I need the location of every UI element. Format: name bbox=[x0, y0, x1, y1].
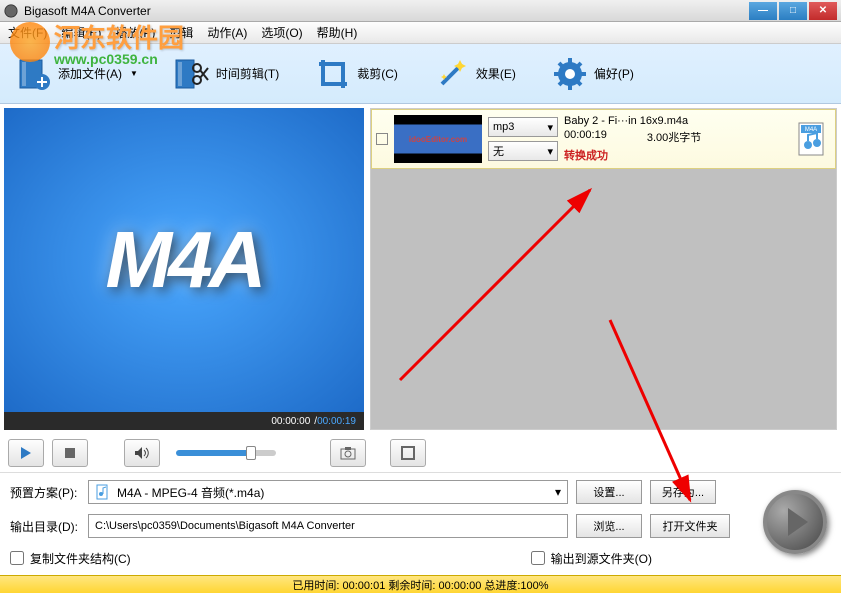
menu-help[interactable]: 帮助(H) bbox=[317, 24, 358, 41]
file-list-panel: idooEditor.com mp3 ▾ 无 ▾ Baby 2 - Fi···i… bbox=[370, 108, 837, 430]
menu-edit[interactable]: 编辑(E) bbox=[61, 24, 101, 41]
m4a-file-icon: M4A bbox=[795, 121, 831, 157]
crop-label: 裁剪(C) bbox=[357, 65, 398, 82]
volume-button[interactable] bbox=[124, 439, 160, 467]
fullscreen-icon bbox=[401, 446, 415, 460]
file-list-item[interactable]: idooEditor.com mp3 ▾ 无 ▾ Baby 2 - Fi···i… bbox=[371, 109, 836, 169]
save-as-button[interactable]: 另存为... bbox=[650, 480, 716, 504]
stop-icon bbox=[63, 446, 77, 460]
progress-text: 已用时间: 00:00:01 剩余时间: 00:00:00 总进度:100% bbox=[292, 577, 548, 593]
preview-time-display: 00:00:00 / 00:00:19 bbox=[4, 412, 364, 430]
crop-icon bbox=[315, 56, 351, 92]
total-time: 00:00:19 bbox=[317, 416, 356, 427]
volume-thumb[interactable] bbox=[246, 446, 256, 460]
play-triangle-icon bbox=[788, 508, 808, 536]
secondary-dropdown[interactable]: 无 ▾ bbox=[488, 141, 558, 161]
menu-options[interactable]: 选项(O) bbox=[261, 24, 302, 41]
menu-action[interactable]: 动作(A) bbox=[207, 24, 247, 41]
profile-dropdown[interactable]: M4A - MPEG-4 音频(*.m4a) ▾ bbox=[88, 480, 568, 504]
svg-text:M4A: M4A bbox=[805, 127, 817, 133]
copy-structure-checkbox[interactable]: 复制文件夹结构(C) bbox=[10, 547, 131, 569]
music-file-icon bbox=[95, 484, 111, 500]
window-title: Bigasoft M4A Converter bbox=[24, 4, 749, 18]
file-name: Baby 2 - Fi···in 16x9.m4a bbox=[564, 115, 789, 127]
app-icon bbox=[4, 4, 18, 18]
output-to-source-checkbox[interactable]: 输出到源文件夹(O) bbox=[531, 547, 652, 569]
add-file-label: 添加文件(A) bbox=[58, 65, 122, 82]
copy-structure-label: 复制文件夹结构(C) bbox=[30, 550, 131, 567]
file-size: 3.00兆字节 bbox=[647, 129, 701, 145]
speaker-icon bbox=[134, 446, 150, 460]
file-info: Baby 2 - Fi···in 16x9.m4a 00:00:19 3.00兆… bbox=[564, 115, 789, 163]
preview-panel: M4A 00:00:00 / 00:00:19 bbox=[4, 108, 364, 430]
dropdown-arrow-icon: ▼ bbox=[130, 69, 138, 78]
profile-row: 预置方案(P): M4A - MPEG-4 音频(*.m4a) ▾ 设置... … bbox=[10, 479, 831, 505]
copy-structure-input[interactable] bbox=[10, 551, 24, 565]
settings-button[interactable]: 设置... bbox=[576, 480, 642, 504]
maximize-button[interactable]: □ bbox=[779, 2, 807, 20]
menu-play[interactable]: 播放(P) bbox=[115, 24, 155, 41]
add-file-button[interactable]: 添加文件(A) ▼ bbox=[16, 56, 138, 92]
fullscreen-button[interactable] bbox=[390, 439, 426, 467]
gear-icon bbox=[552, 56, 588, 92]
output-row: 输出目录(D): 浏览... 打开文件夹 bbox=[10, 513, 831, 539]
thumb-watermark: idooEditor.com bbox=[409, 135, 467, 144]
browse-button[interactable]: 浏览... bbox=[576, 514, 642, 538]
output-label: 输出目录(D): bbox=[10, 518, 80, 535]
progress-bar: 已用时间: 00:00:01 剩余时间: 00:00:00 总进度:100% bbox=[0, 575, 841, 593]
menu-trim[interactable]: 剪辑 bbox=[169, 24, 193, 41]
open-folder-button[interactable]: 打开文件夹 bbox=[650, 514, 730, 538]
titlebar: Bigasoft M4A Converter — □ ✕ bbox=[0, 0, 841, 22]
minimize-button[interactable]: — bbox=[749, 2, 777, 20]
chevron-down-icon: ▾ bbox=[555, 485, 561, 499]
preview-display: M4A bbox=[4, 108, 364, 412]
camera-icon bbox=[340, 446, 356, 460]
chevron-down-icon: ▾ bbox=[547, 121, 553, 134]
close-button[interactable]: ✕ bbox=[809, 2, 837, 20]
profile-value: M4A - MPEG-4 音频(*.m4a) bbox=[117, 484, 549, 501]
play-button[interactable] bbox=[8, 439, 44, 467]
bottom-panel: 预置方案(P): M4A - MPEG-4 音频(*.m4a) ▾ 设置... … bbox=[0, 472, 841, 575]
crop-button[interactable]: 裁剪(C) bbox=[315, 56, 398, 92]
main-area: M4A 00:00:00 / 00:00:19 idooEditor.com m… bbox=[0, 104, 841, 434]
menubar: 文件(F) 编辑(E) 播放(P) 剪辑 动作(A) 选项(O) 帮助(H) bbox=[0, 22, 841, 44]
wand-icon bbox=[434, 56, 470, 92]
file-checkbox[interactable] bbox=[376, 133, 388, 145]
menu-file[interactable]: 文件(F) bbox=[8, 24, 47, 41]
effect-button[interactable]: 效果(E) bbox=[434, 56, 516, 92]
output-to-source-input[interactable] bbox=[531, 551, 545, 565]
output-path-input[interactable] bbox=[88, 514, 568, 538]
chevron-down-icon: ▾ bbox=[547, 145, 553, 158]
scissors-icon bbox=[174, 56, 210, 92]
output-to-source-label: 输出到源文件夹(O) bbox=[551, 550, 652, 567]
file-format-controls: mp3 ▾ 无 ▾ bbox=[488, 117, 558, 161]
m4a-logo: M4A bbox=[106, 214, 263, 306]
play-icon bbox=[19, 446, 33, 460]
current-time: 00:00:00 bbox=[271, 416, 310, 427]
file-duration: 00:00:19 bbox=[564, 129, 607, 145]
window-controls: — □ ✕ bbox=[749, 2, 837, 20]
trim-label: 时间剪辑(T) bbox=[216, 65, 279, 82]
pref-label: 偏好(P) bbox=[594, 65, 634, 82]
format-dropdown[interactable]: mp3 ▾ bbox=[488, 117, 558, 137]
player-controls bbox=[0, 434, 841, 472]
convert-button[interactable] bbox=[763, 490, 827, 554]
toolbar: 添加文件(A) ▼ 时间剪辑(T) 裁剪(C) 效果(E) 偏好(P) bbox=[0, 44, 841, 104]
snapshot-button[interactable] bbox=[330, 439, 366, 467]
trim-button[interactable]: 时间剪辑(T) bbox=[174, 56, 279, 92]
profile-label: 预置方案(P): bbox=[10, 484, 80, 501]
stop-button[interactable] bbox=[52, 439, 88, 467]
volume-slider[interactable] bbox=[176, 450, 276, 456]
add-file-icon bbox=[16, 56, 52, 92]
file-status: 转换成功 bbox=[564, 147, 789, 163]
file-thumbnail: idooEditor.com bbox=[394, 115, 482, 163]
effect-label: 效果(E) bbox=[476, 65, 516, 82]
preferences-button[interactable]: 偏好(P) bbox=[552, 56, 634, 92]
